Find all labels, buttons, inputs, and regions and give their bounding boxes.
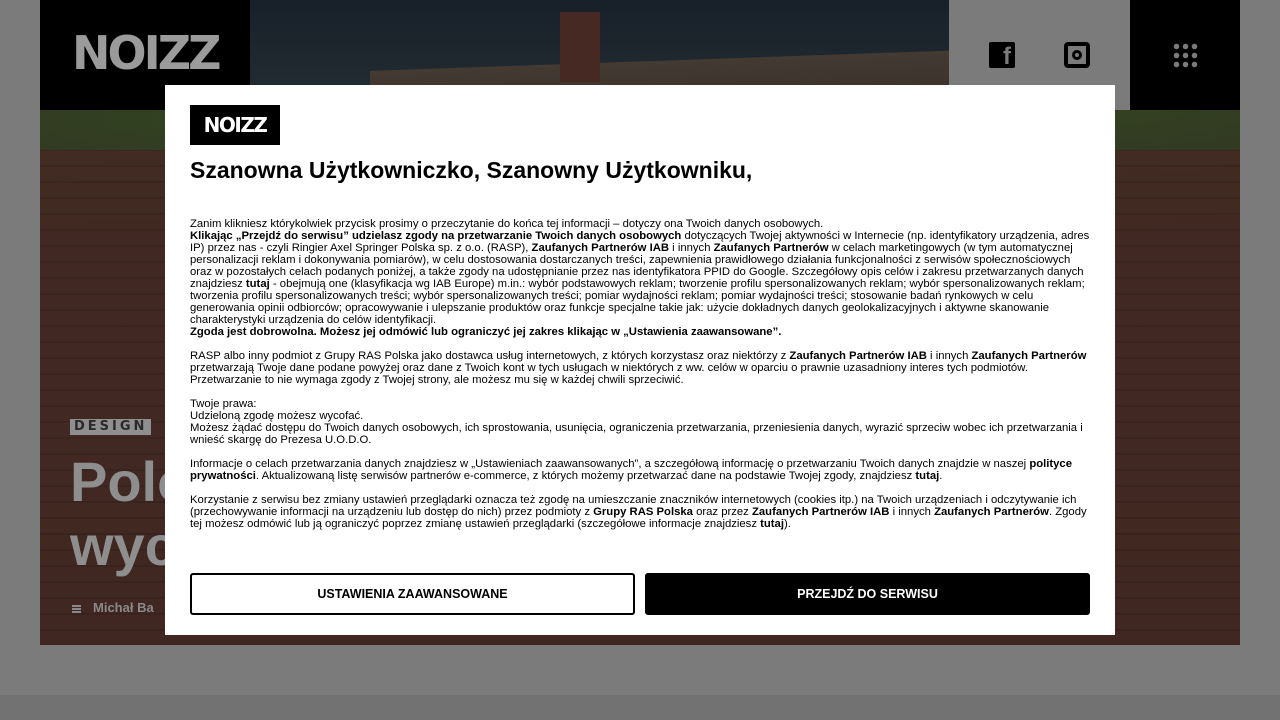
site-logo[interactable]: NOIZZ <box>72 28 221 78</box>
consent-text-span: RASP albo inny podmiot z Grupy RAS Polsk… <box>190 350 790 362</box>
author-name[interactable]: Michał Ba <box>93 600 154 615</box>
rights-line: Możesz żądać dostępu do Twoich danych os… <box>190 422 1083 446</box>
details-link[interactable]: tutaj <box>246 278 270 290</box>
article-headline: Polo wyc <box>70 450 170 578</box>
instagram-icon[interactable] <box>1064 42 1090 68</box>
continue-to-site-button[interactable]: PRZEJDŹ DO SERWISU <box>645 573 1090 615</box>
consent-logo: NOIZZ <box>190 105 280 145</box>
partners-link[interactable]: Zaufanych Partnerów <box>972 350 1087 362</box>
grid-menu-icon[interactable] <box>1172 42 1198 68</box>
rights-line: Udzieloną zgodę możesz wycofać. <box>190 410 364 422</box>
rights-heading: Twoje prawa: <box>190 398 257 410</box>
partners-link[interactable]: Zaufanych Partnerów <box>934 506 1049 518</box>
article-author: Michał Ba <box>72 600 154 615</box>
consent-text: Zanim klikniesz którykolwiek przycisk pr… <box>190 218 1090 542</box>
consent-modal: NOIZZ Szanowna Użytkowniczko, Szanowny U… <box>165 85 1115 635</box>
consent-text-span: . <box>939 470 943 482</box>
headline-line-1: Polo <box>70 450 170 513</box>
consent-paragraph-1: Zanim klikniesz którykolwiek przycisk pr… <box>190 218 1090 338</box>
category-tag[interactable]: DESIGN <box>70 419 152 435</box>
page-footer-strip <box>0 695 1280 720</box>
consent-text-span: Informacje o celach przetwarzania danych… <box>190 458 1030 470</box>
consent-title: Szanowna Użytkowniczko, Szanowny Użytkow… <box>190 157 753 183</box>
ras-group-link[interactable]: Grupy RAS Polska <box>593 506 693 518</box>
consent-intro: Zanim klikniesz którykolwiek przycisk pr… <box>190 218 824 230</box>
iab-partners-link[interactable]: Zaufanych Partnerów IAB <box>789 350 926 362</box>
ecommerce-list-link[interactable]: tutaj <box>915 470 939 482</box>
author-icon <box>72 604 81 613</box>
consent-paragraph-5: Korzystanie z serwisu bez zmiany ustawie… <box>190 494 1090 530</box>
consent-paragraph-3: Twoje prawa: Udzieloną zgodę możesz wycof… <box>190 398 1090 446</box>
consent-text-span: i innych <box>669 242 714 254</box>
consent-text-span: i innych <box>889 506 935 518</box>
consent-text-span: - obejmują one (klasyfikacja wg IAB Euro… <box>190 278 1085 326</box>
consent-paragraph-4: Informacje o celach przetwarzania danych… <box>190 458 1090 482</box>
cookies-details-link[interactable]: tutaj <box>760 518 784 530</box>
headline-line-2: wyc <box>70 514 170 577</box>
consent-paragraph-2: RASP albo inny podmiot z Grupy RAS Polsk… <box>190 350 1090 386</box>
consent-bold: Klikając „Przejdź do serwisu” udzielasz … <box>190 230 682 242</box>
iab-partners-link[interactable]: Zaufanych Partnerów IAB <box>532 242 669 254</box>
consent-text-span: oraz przez <box>692 506 752 518</box>
consent-text-span: . Aktualizowaną listę serwisów partnerów… <box>255 470 916 482</box>
facebook-icon[interactable]: f <box>989 42 1015 70</box>
partners-link[interactable]: Zaufanych Partnerów <box>714 242 829 254</box>
iab-partners-link[interactable]: Zaufanych Partnerów IAB <box>752 506 889 518</box>
consent-text-span: ). <box>783 518 791 530</box>
consent-text-span: i innych <box>926 350 972 362</box>
advanced-settings-button[interactable]: USTAWIENIA ZAAWANSOWANE <box>190 573 635 615</box>
consent-voluntary-note: Zgoda jest dobrowolna. Możesz jej odmówi… <box>190 326 782 338</box>
consent-text-span: przetwarzają Twoje dane podane powyżej o… <box>190 362 1028 386</box>
